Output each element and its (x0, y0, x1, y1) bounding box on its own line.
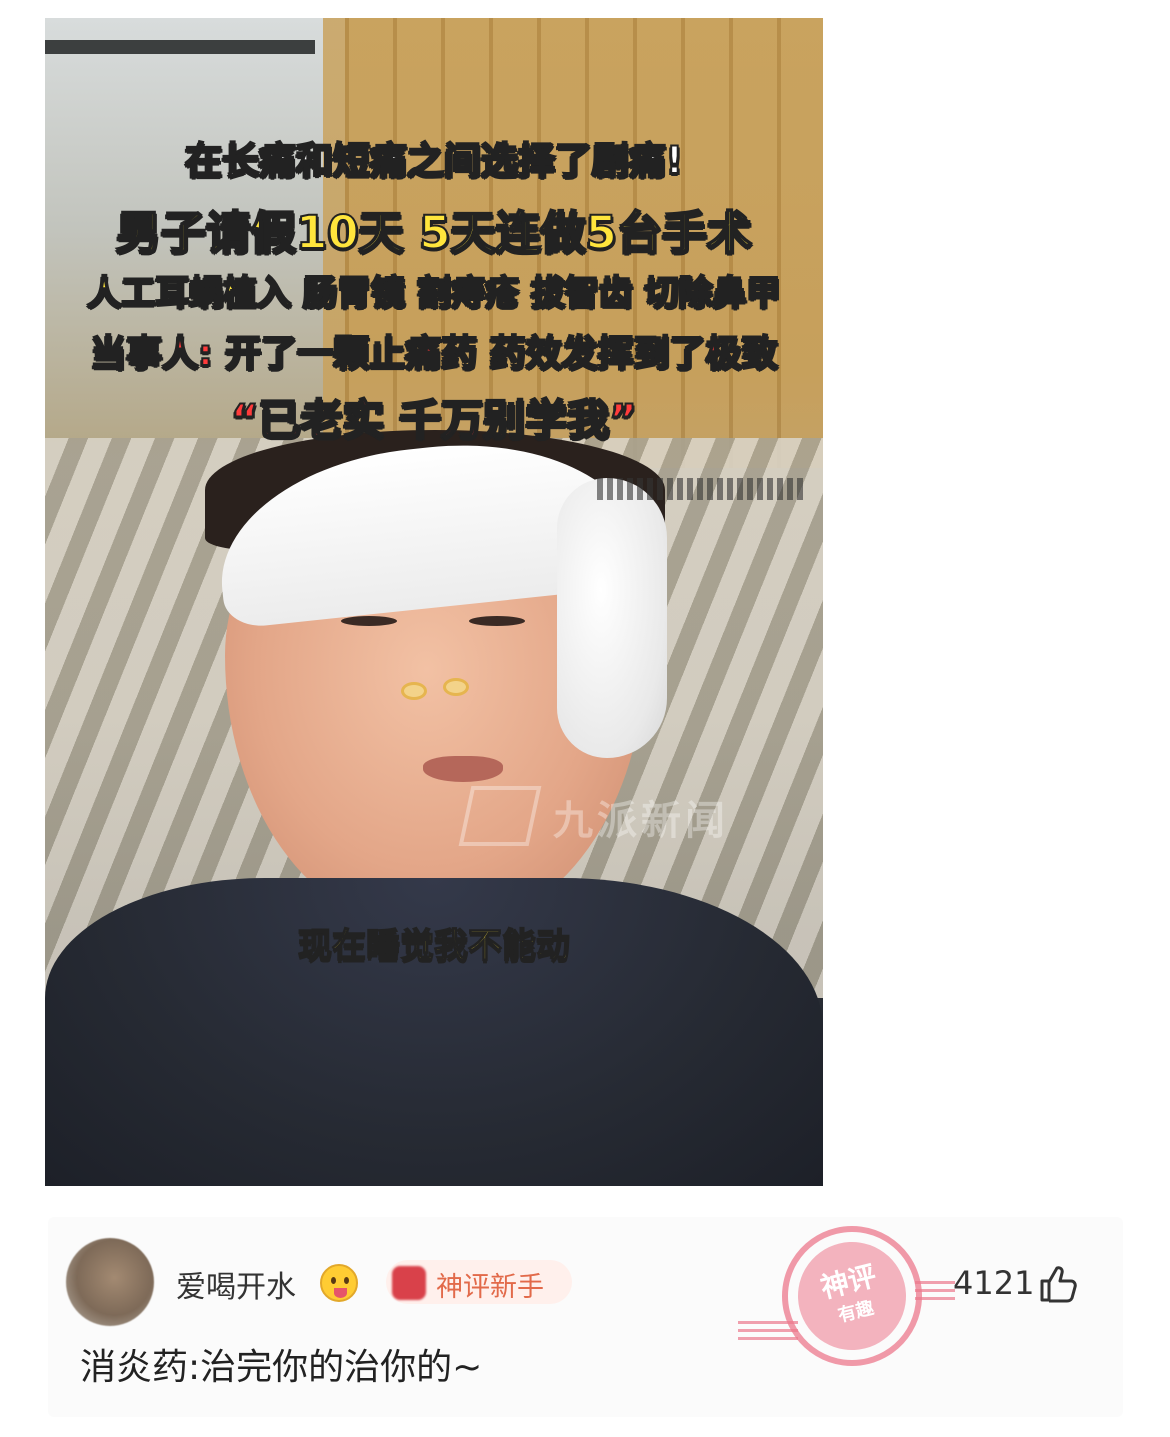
headline-5: “已老实 千万别学我” (230, 394, 638, 445)
news-logo-icon (458, 786, 542, 846)
like-count: 4121 (953, 1264, 1035, 1302)
nose-plug-left (401, 682, 427, 700)
stamp-speed-lines (915, 1276, 955, 1300)
avatar[interactable] (66, 1238, 154, 1326)
post-image[interactable]: 九派新闻 在长痛和短痛之间选择了剧痛! 男子请假10天 5天连做5台手术 人工耳… (45, 18, 823, 1186)
right-eye (469, 616, 525, 626)
badge-icon (392, 1266, 426, 1300)
badge-label: 神评新手 (436, 1272, 544, 1303)
video-subtitle: 现在睡觉我不能动 (297, 925, 571, 967)
tongue-out-emoji-icon (320, 1264, 358, 1302)
headline-2: 男子请假10天 5天连做5台手术 (115, 205, 753, 260)
thumbs-up-icon[interactable] (1036, 1262, 1080, 1306)
wall-stripe (45, 40, 315, 54)
blurred-text (597, 478, 807, 500)
headline-1: 在长痛和短痛之间选择了剧痛! (184, 138, 684, 183)
mouth (423, 756, 503, 782)
ear-bandage (557, 478, 667, 758)
headline-4: 当事人: 开了一颗止痛药 药效发挥到了极致 (89, 332, 778, 375)
watermark-text: 九派新闻 (553, 798, 729, 844)
nose-plug-right (443, 678, 469, 696)
left-eye (341, 616, 397, 626)
comment-username[interactable]: 爱喝开水 (176, 1262, 296, 1306)
comment-text: 消炎药:治完你的治你的~ (80, 1347, 483, 1388)
headline-3: 人工耳蜗植入 肠胃镜 割痔疮 拔智齿 切除鼻甲 (86, 272, 781, 314)
